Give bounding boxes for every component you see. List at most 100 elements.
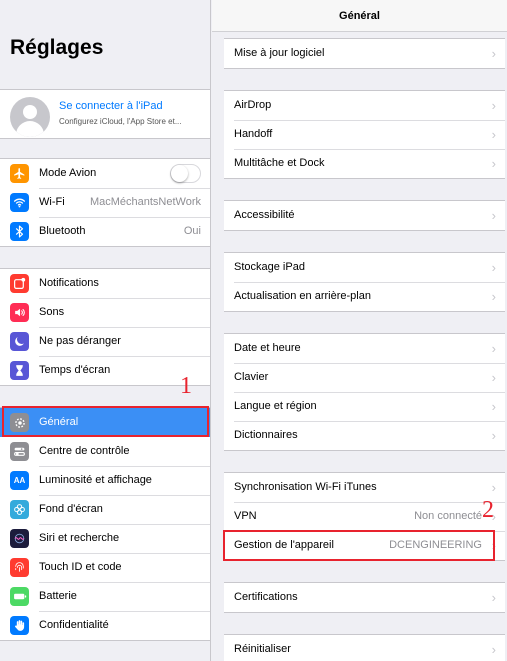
sidebar-item-label: Siri et recherche <box>39 532 120 544</box>
row-label: Synchronisation Wi-Fi iTunes <box>234 481 377 493</box>
speaker-icon <box>10 303 29 322</box>
chevron-right-icon: › <box>491 538 496 553</box>
sidebar-item-label: Ne pas déranger <box>39 335 121 347</box>
sidebar-item-label: Bluetooth <box>39 225 86 237</box>
row-label: Date et heure <box>234 342 301 354</box>
row-label: Accessibilité <box>234 209 295 221</box>
sidebar-group-general: Général Centre de contrôle AA Luminosité… <box>0 407 210 641</box>
settings-group: Certifications › <box>224 582 505 613</box>
sidebar-item-ne-pas-deranger[interactable]: Ne pas déranger <box>0 327 210 356</box>
row-multitache[interactable]: Multitâche et Dock › <box>224 149 505 178</box>
row-label: Certifications <box>234 591 298 603</box>
row-gestion-appareil[interactable]: Gestion de l'appareil DCENGINEERING › <box>224 531 505 560</box>
row-vpn[interactable]: VPN Non connecté › <box>224 502 505 531</box>
row-accessibilite[interactable]: Accessibilité › <box>224 201 505 230</box>
sidebar-group-notifications: Notifications Sons Ne pas déranger Temps… <box>0 268 210 386</box>
sidebar-item-centre-controle[interactable]: Centre de contrôle <box>0 437 210 466</box>
airplane-icon <box>10 164 29 183</box>
row-label: Gestion de l'appareil <box>234 539 334 551</box>
step-marker-1: 1 <box>180 373 192 399</box>
hourglass-icon <box>10 361 29 380</box>
row-label: VPN <box>234 510 257 522</box>
chevron-right-icon: › <box>491 590 496 605</box>
sidebar-item-label: Confidentialité <box>39 619 109 631</box>
sidebar-item-notifications[interactable]: Notifications <box>0 269 210 298</box>
row-label: Mise à jour logiciel <box>234 47 325 59</box>
sidebar-item-label: Temps d'écran <box>39 364 111 376</box>
row-label: Clavier <box>234 371 269 383</box>
avatar <box>10 97 50 137</box>
sidebar-item-sons[interactable]: Sons <box>0 298 210 327</box>
detail-nav-title: Général <box>212 0 507 32</box>
settings-group: Accessibilité › <box>224 200 505 231</box>
sidebar-item-label: Général <box>39 416 79 428</box>
battery-icon <box>10 587 29 606</box>
row-stockage[interactable]: Stockage iPad › <box>224 253 505 282</box>
settings-group: AirDrop › Handoff › Multitâche et Dock › <box>224 90 505 179</box>
sidebar-item-label: Fond d'écran <box>39 503 103 515</box>
row-label: Multitâche et Dock <box>234 157 325 169</box>
row-date-heure[interactable]: Date et heure › <box>224 334 505 363</box>
row-label: Réinitialiser <box>234 643 291 655</box>
step-marker-2: 2 <box>482 497 494 523</box>
chevron-right-icon: › <box>491 428 496 443</box>
sidebar-item-label: Luminosité et affichage <box>39 474 152 486</box>
device-management-profile: DCENGINEERING <box>389 539 482 551</box>
sidebar-title: Réglages <box>10 36 104 59</box>
signin-link[interactable]: Se connecter à l'iPad <box>59 100 163 112</box>
settings-group: Réinitialiser › <box>224 634 505 661</box>
chevron-right-icon: › <box>491 341 496 356</box>
sidebar-item-label: Mode Avion <box>39 167 97 179</box>
sidebar-item-siri[interactable]: Siri et recherche <box>0 524 210 553</box>
hand-icon <box>10 616 29 635</box>
brightness-icon: AA <box>10 471 29 490</box>
sidebar-item-label: Batterie <box>39 590 77 602</box>
row-airdrop[interactable]: AirDrop › <box>224 91 505 120</box>
sidebar-item-luminosite[interactable]: AA Luminosité et affichage <box>0 466 210 495</box>
row-dictionnaires[interactable]: Dictionnaires › <box>224 421 505 450</box>
moon-icon <box>10 332 29 351</box>
wallpaper-icon <box>10 500 29 519</box>
chevron-right-icon: › <box>491 127 496 142</box>
chevron-right-icon: › <box>491 289 496 304</box>
row-langue-region[interactable]: Langue et région › <box>224 392 505 421</box>
chevron-right-icon: › <box>491 208 496 223</box>
row-certifications[interactable]: Certifications › <box>224 583 505 612</box>
sidebar-item-bluetooth[interactable]: Bluetooth Oui <box>0 217 210 246</box>
row-actualisation[interactable]: Actualisation en arrière-plan › <box>224 282 505 311</box>
row-label: Dictionnaires <box>234 429 298 441</box>
row-label: AirDrop <box>234 99 272 111</box>
row-label: Stockage iPad <box>234 261 305 273</box>
row-handoff[interactable]: Handoff › <box>224 120 505 149</box>
sidebar-item-label: Wi-Fi <box>39 196 65 208</box>
row-clavier[interactable]: Clavier › <box>224 363 505 392</box>
sidebar-item-label: Sons <box>39 306 65 318</box>
detail-panel: Général Mise à jour logiciel › AirDrop ›… <box>212 0 507 661</box>
sidebar-item-label: Touch ID et code <box>39 561 122 573</box>
row-label: Handoff <box>234 128 273 140</box>
bluetooth-icon <box>10 222 29 241</box>
settings-group: Stockage iPad › Actualisation en arrière… <box>224 252 505 312</box>
sidebar-item-label: Centre de contrôle <box>39 445 130 457</box>
chevron-right-icon: › <box>491 370 496 385</box>
sidebar-item-fond-ecran[interactable]: Fond d'écran <box>0 495 210 524</box>
sidebar-item-touch-id[interactable]: Touch ID et code <box>0 553 210 582</box>
wifi-icon <box>10 193 29 212</box>
airplane-mode-toggle[interactable] <box>170 164 201 183</box>
sidebar-item-wifi[interactable]: Wi-Fi MacMéchantsNetWork <box>0 188 210 217</box>
row-sync-wifi-itunes[interactable]: Synchronisation Wi-Fi iTunes › <box>224 473 505 502</box>
apple-id-signin[interactable]: Se connecter à l'iPad Configurez iCloud,… <box>0 89 210 139</box>
chevron-right-icon: › <box>491 642 496 657</box>
row-reinitialiser[interactable]: Réinitialiser › <box>224 635 505 661</box>
fingerprint-icon <box>10 558 29 577</box>
control-center-icon <box>10 442 29 461</box>
row-label: Actualisation en arrière-plan <box>234 290 371 302</box>
settings-group: Mise à jour logiciel › <box>224 38 505 69</box>
sidebar-item-confidentialite[interactable]: Confidentialité <box>0 611 210 640</box>
sidebar-item-batterie[interactable]: Batterie <box>0 582 210 611</box>
sidebar-item-mode-avion[interactable]: Mode Avion <box>0 159 210 188</box>
wifi-network-name: MacMéchantsNetWork <box>89 196 201 208</box>
sidebar-item-general[interactable]: Général <box>0 408 210 437</box>
chevron-right-icon: › <box>491 46 496 61</box>
row-mise-a-jour[interactable]: Mise à jour logiciel › <box>224 39 505 68</box>
